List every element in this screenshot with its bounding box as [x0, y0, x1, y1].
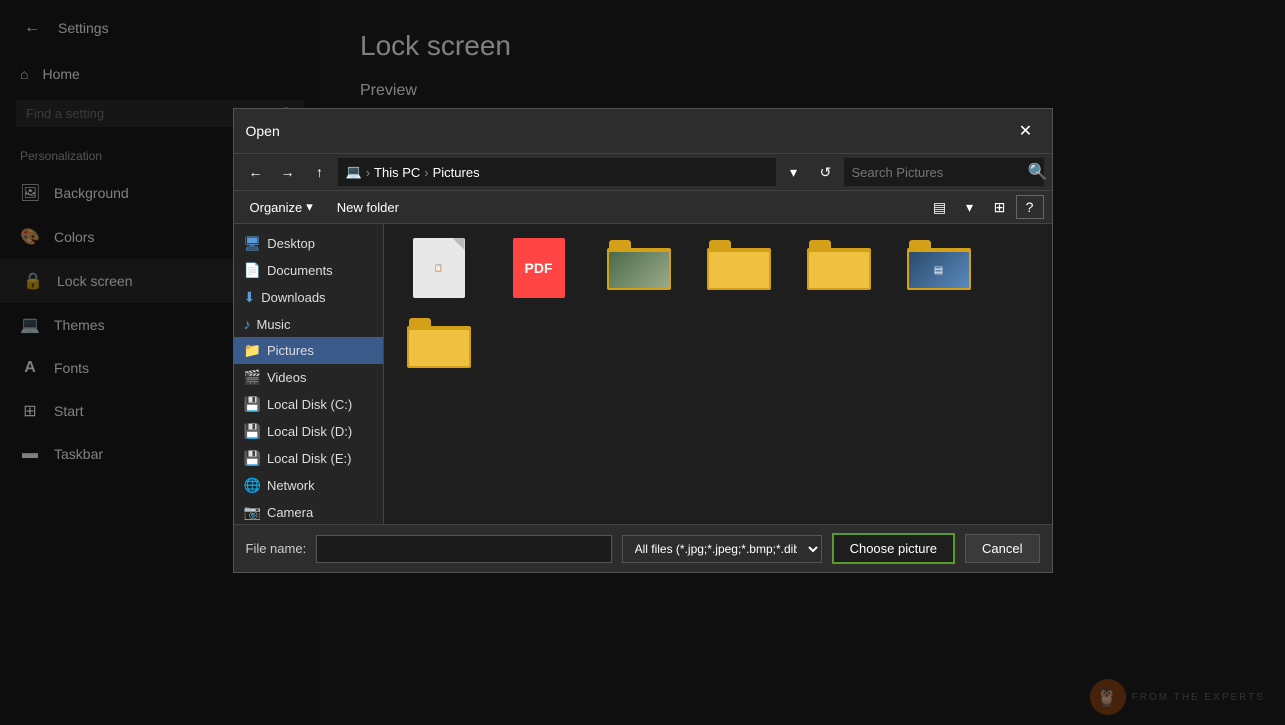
refresh-button[interactable]: ↺	[812, 158, 840, 186]
file-name-label: File name:	[246, 541, 307, 556]
tree-item-label: Pictures	[267, 343, 314, 358]
tree-item-label: Desktop	[267, 236, 315, 251]
view-list-button[interactable]: ▤	[926, 195, 954, 219]
documents-icon: 📄	[244, 262, 261, 279]
breadcrumb-icon: 💻	[346, 164, 362, 180]
folder-tree: 🖥 Desktop 📄 Documents ⬇ Downloads ♪ Musi…	[234, 224, 384, 524]
disk-e-icon: 💾	[244, 450, 261, 467]
file-item-folder1[interactable]	[694, 234, 784, 302]
pictures-icon: 📁	[244, 342, 261, 359]
search-input-dialog[interactable]	[852, 165, 1028, 180]
file-item-folder4[interactable]	[394, 312, 484, 372]
dialog-overlay: Open ✕ ← → ↑ 💻 › This PC › Pictures ▾ ↺ …	[0, 0, 1285, 725]
tree-item-label: Videos	[267, 370, 307, 385]
tree-item-downloads[interactable]: ⬇ Downloads	[234, 284, 383, 311]
tree-item-label: Local Disk (D:)	[267, 424, 352, 439]
tree-item-label: Camera	[267, 505, 313, 520]
folder-icon	[707, 238, 771, 290]
organize-button[interactable]: Organize ▾	[242, 195, 321, 219]
breadcrumb-bar: 💻 › This PC › Pictures	[338, 158, 776, 186]
tree-item-network[interactable]: 🌐 Network	[234, 472, 383, 499]
file-type-select[interactable]: All files (*.jpg;*.jpeg;*.bmp;*.dib;*.pn…	[622, 535, 822, 563]
view-dropdown-button[interactable]: ▾	[956, 195, 984, 219]
cancel-button[interactable]: Cancel	[965, 534, 1039, 563]
folder-with-img-icon: ▤	[907, 238, 971, 290]
tree-item-label: Music	[257, 317, 291, 332]
search-icon-dialog: 🔍	[1028, 162, 1048, 182]
tree-item-label: Downloads	[261, 290, 325, 305]
photo-folder-icon	[607, 238, 671, 290]
dialog-forward-button[interactable]: →	[274, 158, 302, 186]
choose-picture-button[interactable]: Choose picture	[832, 533, 955, 564]
dialog-close-button[interactable]: ✕	[1012, 117, 1040, 145]
dialog-title: Open	[246, 123, 280, 139]
breadcrumb-dropdown-button[interactable]: ▾	[780, 158, 808, 186]
folder-icon	[407, 316, 471, 368]
document-icon: 📋	[413, 238, 465, 298]
tree-item-label: Network	[267, 478, 315, 493]
disk-d-icon: 💾	[244, 423, 261, 440]
tree-item-local-d[interactable]: 💾 Local Disk (D:)	[234, 418, 383, 445]
file-item-doc[interactable]: 📋	[394, 234, 484, 302]
file-item-pdf[interactable]: PDF	[494, 234, 584, 302]
view-grid-button[interactable]: ⊞	[986, 195, 1014, 219]
view-buttons: ▤ ▾ ⊞ ?	[926, 195, 1044, 219]
desktop-icon: 🖥	[244, 235, 262, 252]
downloads-icon: ⬇	[244, 289, 256, 306]
breadcrumb-pictures[interactable]: Pictures	[433, 165, 480, 180]
tree-item-label: Local Disk (E:)	[267, 451, 352, 466]
tree-item-local-c[interactable]: 💾 Local Disk (C:)	[234, 391, 383, 418]
tree-item-desktop[interactable]: 🖥 Desktop	[234, 230, 383, 257]
music-icon: ♪	[244, 316, 251, 332]
camera-icon: 📷	[244, 504, 261, 521]
help-button[interactable]: ?	[1016, 195, 1044, 219]
videos-icon: 🎬	[244, 369, 261, 386]
dialog-actions-bar: Organize ▾ New folder ▤ ▾ ⊞ ?	[234, 191, 1052, 224]
breadcrumb-sep: ›	[366, 165, 370, 180]
dialog-toolbar: ← → ↑ 💻 › This PC › Pictures ▾ ↺ 🔍	[234, 154, 1052, 191]
file-item-folder2[interactable]	[794, 234, 884, 302]
tree-item-music[interactable]: ♪ Music	[234, 311, 383, 337]
tree-item-pictures[interactable]: 📁 Pictures	[234, 337, 383, 364]
tree-item-videos[interactable]: 🎬 Videos	[234, 364, 383, 391]
folder-icon	[807, 238, 871, 290]
file-name-input[interactable]	[316, 535, 611, 563]
file-area: 📋 PDF	[384, 224, 1052, 524]
breadcrumb-sep2: ›	[424, 165, 428, 180]
dialog-body: 🖥 Desktop 📄 Documents ⬇ Downloads ♪ Musi…	[234, 224, 1052, 524]
dialog-back-button[interactable]: ←	[242, 158, 270, 186]
tree-item-documents[interactable]: 📄 Documents	[234, 257, 383, 284]
organize-dropdown-icon: ▾	[306, 199, 313, 215]
file-item-photo[interactable]	[594, 234, 684, 302]
dialog-footer: File name: All files (*.jpg;*.jpeg;*.bmp…	[234, 524, 1052, 572]
dialog-up-button[interactable]: ↑	[306, 158, 334, 186]
search-bar: 🔍	[844, 158, 1044, 186]
breadcrumb-thispc[interactable]: This PC	[374, 165, 420, 180]
dialog-titlebar: Open ✕	[234, 109, 1052, 154]
tree-item-camera[interactable]: 📷 Camera	[234, 499, 383, 524]
open-dialog: Open ✕ ← → ↑ 💻 › This PC › Pictures ▾ ↺ …	[233, 108, 1053, 573]
pdf-label: PDF	[525, 260, 553, 276]
tree-item-label: Documents	[267, 263, 333, 278]
new-folder-button[interactable]: New folder	[329, 196, 407, 219]
network-icon: 🌐	[244, 477, 261, 494]
organize-label: Organize	[250, 200, 303, 215]
pdf-icon: PDF	[513, 238, 565, 298]
file-item-folder3[interactable]: ▤	[894, 234, 984, 302]
tree-item-local-e[interactable]: 💾 Local Disk (E:)	[234, 445, 383, 472]
disk-c-icon: 💾	[244, 396, 261, 413]
tree-item-label: Local Disk (C:)	[267, 397, 352, 412]
